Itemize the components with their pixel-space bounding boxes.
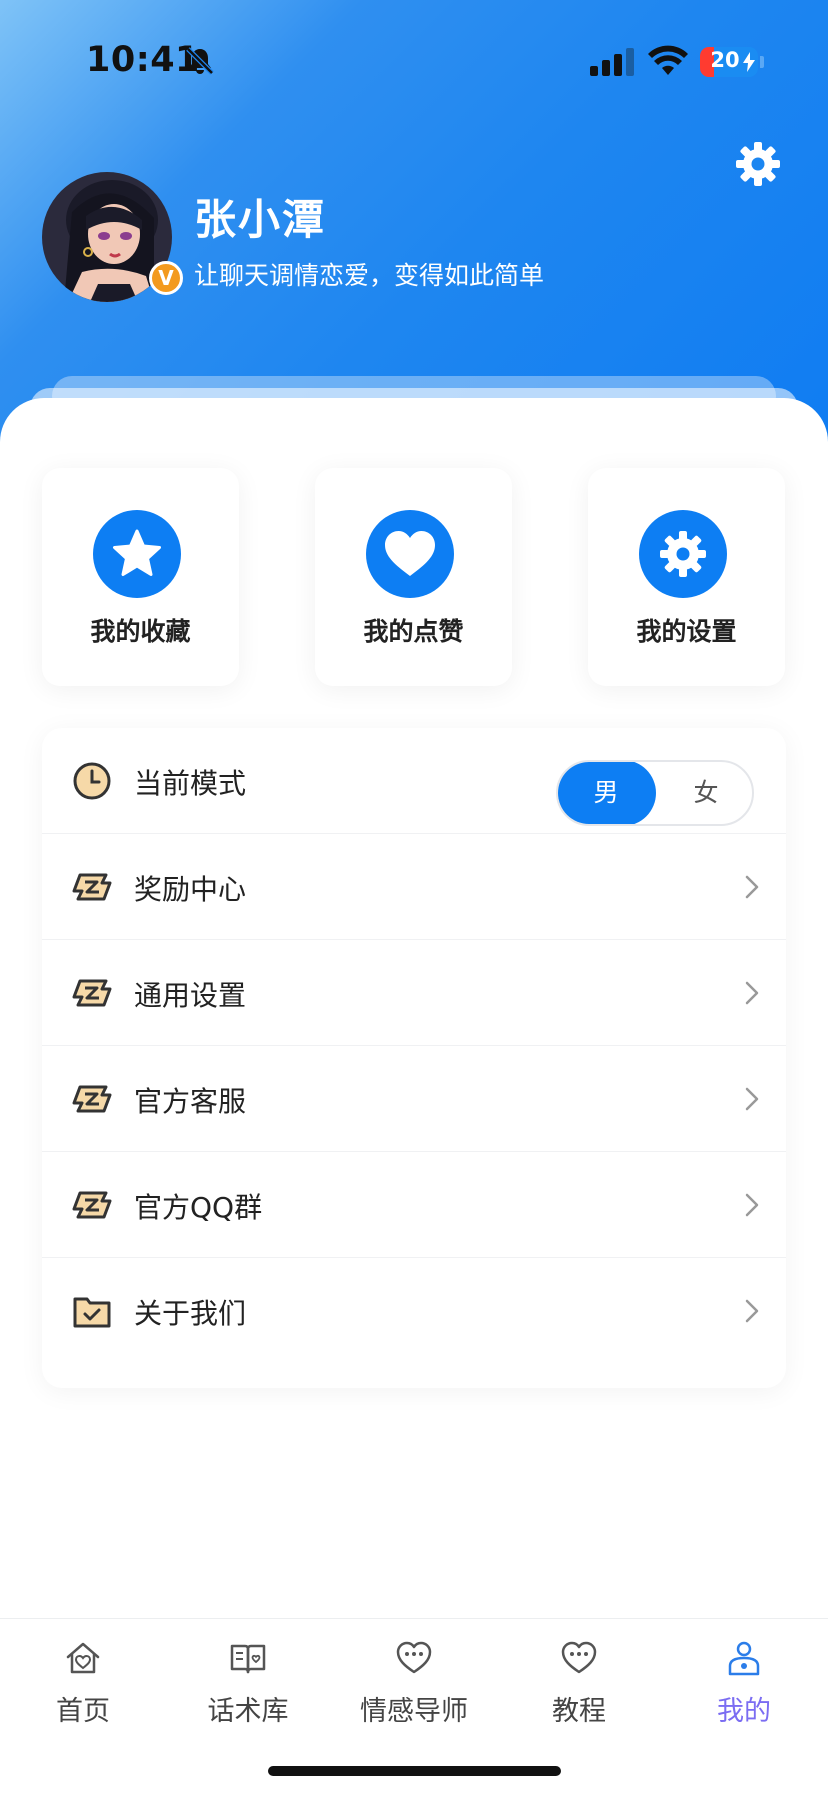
profile-name: 张小潭	[194, 195, 327, 244]
chat-heart-icon	[396, 1641, 432, 1674]
my-likes-card[interactable]: 我的点赞	[315, 468, 512, 686]
gender-option-male[interactable]: 男	[558, 762, 656, 824]
gender-mode-toggle[interactable]: 男 女	[556, 760, 754, 826]
tab-mentor-label: 情感导师	[360, 1696, 468, 1727]
vip-badge: V	[149, 261, 183, 295]
tab-mine[interactable]: 我的	[669, 1639, 819, 1739]
status-bar: 10:41 20	[0, 0, 828, 120]
chevron-right-icon	[745, 981, 759, 1005]
ticket-icon	[72, 1191, 112, 1219]
home-heart-icon	[66, 1642, 100, 1674]
menu-item-label: 奖励中心	[134, 873, 247, 906]
tab-home-label: 首页	[56, 1696, 110, 1727]
folder-check-icon	[73, 1297, 111, 1328]
profile-slogan: 让聊天调情恋爱，变得如此简单	[194, 261, 545, 290]
tab-home[interactable]: 首页	[8, 1639, 158, 1739]
menu-list: 当前模式 男 女 奖励中心 通用设置 官方客服 官方QQ群 关于我们	[42, 728, 786, 1388]
gender-option-female[interactable]: 女	[656, 762, 752, 824]
charging-bolt-icon	[743, 52, 755, 72]
menu-item-reward-center[interactable]: 奖励中心	[42, 834, 786, 940]
battery-icon: 20	[700, 47, 758, 77]
menu-item-about-us[interactable]: 关于我们	[42, 1258, 786, 1364]
book-icon	[230, 1644, 266, 1674]
menu-item-label: 关于我们	[134, 1297, 247, 1330]
wifi-icon	[648, 45, 688, 75]
tab-mine-label: 我的	[717, 1696, 771, 1727]
chevron-right-icon	[745, 1087, 759, 1111]
chevron-right-icon	[745, 1193, 759, 1217]
ticket-icon	[72, 1085, 112, 1113]
my-settings-card[interactable]: 我的设置	[588, 468, 785, 686]
tab-scripts-label: 话术库	[207, 1696, 289, 1727]
my-favorites-card[interactable]: 我的收藏	[42, 468, 239, 686]
signal-icon	[590, 48, 634, 76]
gear-icon	[639, 510, 727, 598]
tab-tutorial-label: 教程	[552, 1696, 606, 1727]
menu-item-label: 官方QQ群	[134, 1191, 263, 1224]
tab-tutorial[interactable]: 教程	[504, 1639, 654, 1739]
chevron-right-icon	[745, 1299, 759, 1323]
menu-item-customer-service[interactable]: 官方客服	[42, 1046, 786, 1152]
menu-item-general-settings[interactable]: 通用设置	[42, 940, 786, 1046]
clock-icon	[73, 762, 111, 800]
star-icon	[93, 510, 181, 598]
home-indicator[interactable]	[268, 1766, 561, 1776]
my-settings-label: 我的设置	[636, 617, 737, 646]
ticket-icon	[72, 873, 112, 901]
menu-item-qq-group[interactable]: 官方QQ群	[42, 1152, 786, 1258]
menu-item-label: 通用设置	[134, 979, 247, 1012]
current-mode-row: 当前模式 男 女	[42, 728, 786, 834]
status-time: 10:41	[86, 40, 200, 80]
gear-icon[interactable]	[734, 140, 782, 188]
battery-terminal	[760, 56, 764, 68]
chat-heart-icon	[561, 1641, 597, 1674]
my-favorites-label: 我的收藏	[90, 617, 191, 646]
ticket-icon	[72, 979, 112, 1007]
chevron-right-icon	[745, 875, 759, 899]
heart-icon	[366, 510, 454, 598]
tab-mentor[interactable]: 情感导师	[339, 1639, 489, 1739]
current-mode-label: 当前模式	[134, 767, 247, 800]
my-likes-label: 我的点赞	[363, 617, 464, 646]
user-icon	[728, 1641, 760, 1676]
tab-scripts[interactable]: 话术库	[173, 1639, 323, 1739]
bell-slash-icon	[186, 47, 214, 75]
menu-item-label: 官方客服	[134, 1085, 247, 1118]
